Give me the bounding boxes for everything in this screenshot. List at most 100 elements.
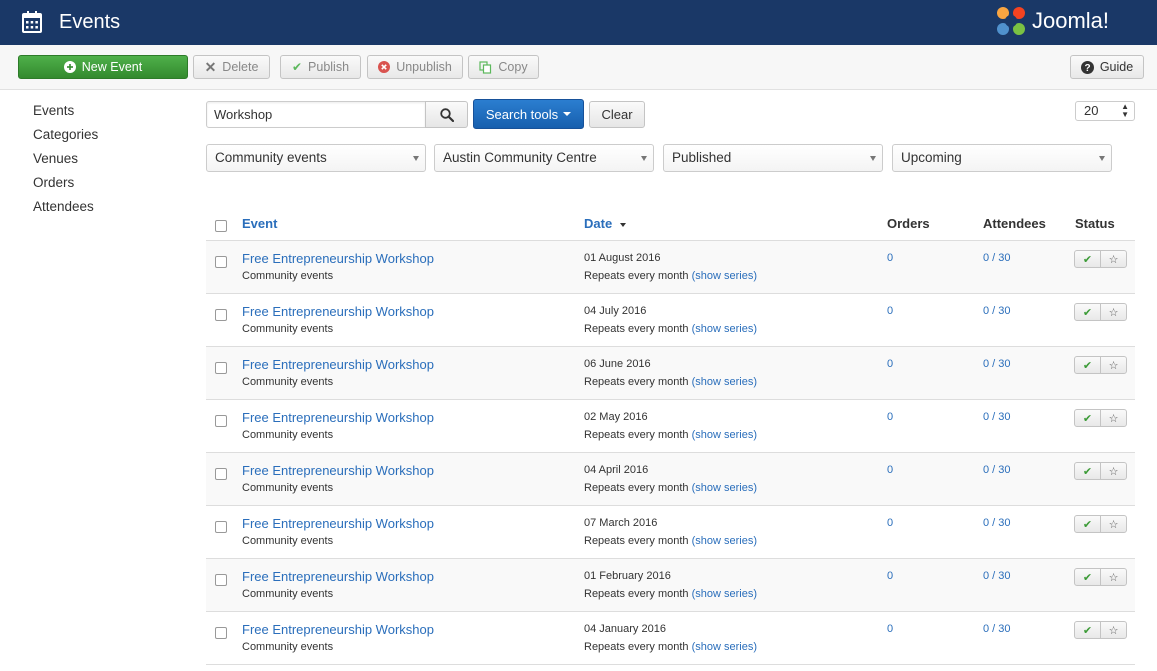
event-title-link[interactable]: Free Entrepreneurship Workshop [242, 251, 434, 266]
time-filter[interactable]: Upcoming [892, 144, 1112, 172]
delete-label: Delete [222, 60, 259, 74]
delete-button[interactable]: ✕ Delete [193, 55, 270, 79]
select-all-checkbox[interactable] [215, 220, 227, 232]
published-toggle[interactable]: ✔ [1075, 622, 1100, 638]
featured-toggle[interactable]: ☆ [1100, 251, 1126, 267]
check-icon: ✔ [1082, 518, 1093, 531]
featured-toggle[interactable]: ☆ [1100, 463, 1126, 479]
event-title-link[interactable]: Free Entrepreneurship Workshop [242, 304, 434, 319]
attendees-count-link[interactable]: 0 / 30 [983, 358, 1011, 370]
event-date: 04 January 2016 [584, 623, 666, 635]
attendees-count-link[interactable]: 0 / 30 [983, 570, 1011, 582]
status-toggle-group: ✔ ☆ [1074, 568, 1127, 586]
guide-button[interactable]: ? Guide [1070, 55, 1144, 79]
unpublish-button[interactable]: Unpublish [367, 55, 463, 79]
status-toggle-group: ✔ ☆ [1074, 409, 1127, 427]
category-filter[interactable]: Community events [206, 144, 426, 172]
orders-count-link[interactable]: 0 [887, 517, 893, 529]
row-checkbox[interactable] [215, 309, 227, 321]
toolbar: New Event ✕ Delete ✔ Publish Unpublish C… [0, 45, 1157, 90]
orders-count-link[interactable]: 0 [887, 358, 893, 370]
show-series-link[interactable]: (show series) [692, 641, 757, 653]
row-checkbox[interactable] [215, 468, 227, 480]
published-toggle[interactable]: ✔ [1075, 463, 1100, 479]
search-button[interactable] [425, 101, 468, 128]
published-toggle[interactable]: ✔ [1075, 304, 1100, 320]
event-title-link[interactable]: Free Entrepreneurship Workshop [242, 357, 434, 372]
state-filter-value: Published [672, 150, 732, 165]
event-title-link[interactable]: Free Entrepreneurship Workshop [242, 516, 434, 531]
event-title-link[interactable]: Free Entrepreneurship Workshop [242, 622, 434, 637]
featured-toggle[interactable]: ☆ [1100, 304, 1126, 320]
search-tools-button[interactable]: Search tools [473, 99, 584, 129]
attendees-count-link[interactable]: 0 / 30 [983, 411, 1011, 423]
joomla-logo[interactable]: Joomla! [994, 4, 1109, 40]
caret-down-icon [870, 156, 876, 161]
state-filter[interactable]: Published [663, 144, 883, 172]
event-category: Community events [242, 535, 334, 547]
repeat-text: Repeats every month [584, 270, 689, 282]
list-limit-select[interactable]: 20 ▲ ▼ [1075, 101, 1135, 121]
sort-event-header[interactable]: Event [242, 216, 277, 231]
sidebar-item-events[interactable]: Events [33, 101, 98, 125]
orders-count-link[interactable]: 0 [887, 623, 893, 635]
featured-toggle[interactable]: ☆ [1100, 410, 1126, 426]
sidebar-item-categories[interactable]: Categories [33, 125, 98, 149]
orders-count-link[interactable]: 0 [887, 464, 893, 476]
row-checkbox[interactable] [215, 574, 227, 586]
published-toggle[interactable]: ✔ [1075, 516, 1100, 532]
attendees-count-link[interactable]: 0 / 30 [983, 623, 1011, 635]
published-toggle[interactable]: ✔ [1075, 357, 1100, 373]
new-event-button[interactable]: New Event [18, 55, 188, 79]
date-header-label: Date [584, 216, 613, 231]
show-series-link[interactable]: (show series) [692, 535, 757, 547]
event-title-link[interactable]: Free Entrepreneurship Workshop [242, 410, 434, 425]
published-toggle[interactable]: ✔ [1075, 251, 1100, 267]
orders-count-link[interactable]: 0 [887, 570, 893, 582]
app-header: Events Joomla! [0, 0, 1157, 45]
sidebar-item-attendees[interactable]: Attendees [33, 197, 98, 221]
sort-date-header[interactable]: Date [584, 216, 626, 231]
published-toggle[interactable]: ✔ [1075, 569, 1100, 585]
show-series-link[interactable]: (show series) [692, 588, 757, 600]
attendees-count-link[interactable]: 0 / 30 [983, 252, 1011, 264]
show-series-link[interactable]: (show series) [692, 482, 757, 494]
star-icon: ☆ [1108, 465, 1119, 478]
search-input[interactable] [206, 101, 426, 128]
copy-button[interactable]: Copy [468, 55, 539, 79]
row-checkbox[interactable] [215, 521, 227, 533]
row-checkbox[interactable] [215, 362, 227, 374]
orders-count-link[interactable]: 0 [887, 411, 893, 423]
show-series-link[interactable]: (show series) [692, 429, 757, 441]
orders-count-link[interactable]: 0 [887, 305, 893, 317]
star-icon: ☆ [1108, 624, 1119, 637]
row-checkbox[interactable] [215, 256, 227, 268]
featured-toggle[interactable]: ☆ [1100, 622, 1126, 638]
published-toggle[interactable]: ✔ [1075, 410, 1100, 426]
attendees-count-link[interactable]: 0 / 30 [983, 464, 1011, 476]
row-checkbox[interactable] [215, 627, 227, 639]
event-title-link[interactable]: Free Entrepreneurship Workshop [242, 463, 434, 478]
sidebar-item-orders[interactable]: Orders [33, 173, 98, 197]
featured-toggle[interactable]: ☆ [1100, 569, 1126, 585]
unpublish-label: Unpublish [396, 60, 452, 74]
featured-toggle[interactable]: ☆ [1100, 516, 1126, 532]
sidebar-item-venues[interactable]: Venues [33, 149, 98, 173]
caret-down-icon [413, 156, 419, 161]
event-date: 02 May 2016 [584, 411, 648, 423]
clear-button[interactable]: Clear [589, 101, 645, 128]
search-tools-label: Search tools [485, 106, 559, 122]
row-checkbox[interactable] [215, 415, 227, 427]
orders-count-link[interactable]: 0 [887, 252, 893, 264]
star-icon: ☆ [1108, 359, 1119, 372]
show-series-link[interactable]: (show series) [692, 270, 757, 282]
attendees-count-link[interactable]: 0 / 30 [983, 517, 1011, 529]
star-icon: ☆ [1108, 306, 1119, 319]
show-series-link[interactable]: (show series) [692, 323, 757, 335]
attendees-count-link[interactable]: 0 / 30 [983, 305, 1011, 317]
event-title-link[interactable]: Free Entrepreneurship Workshop [242, 569, 434, 584]
show-series-link[interactable]: (show series) [692, 376, 757, 388]
featured-toggle[interactable]: ☆ [1100, 357, 1126, 373]
venue-filter[interactable]: Austin Community Centre [434, 144, 654, 172]
publish-button[interactable]: ✔ Publish [280, 55, 361, 79]
